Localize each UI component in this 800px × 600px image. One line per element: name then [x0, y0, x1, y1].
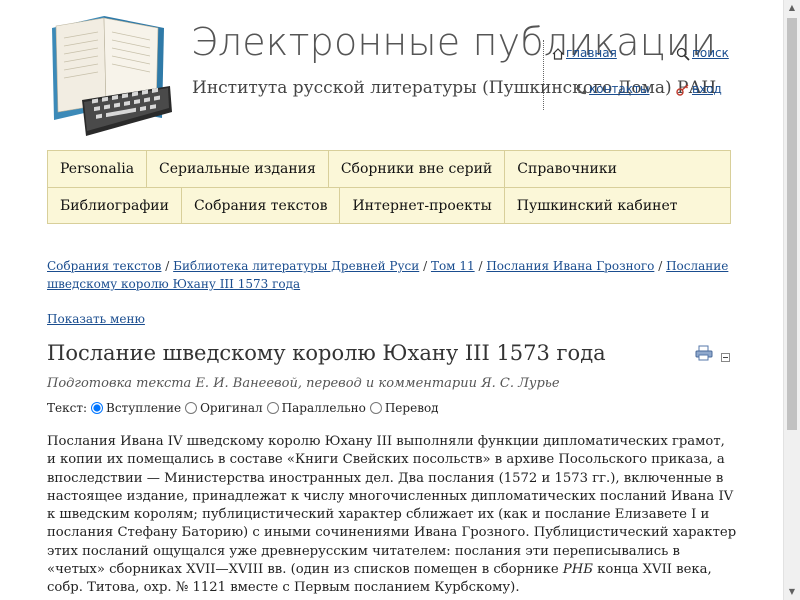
byline: Подготовка текста Е. И. Ванеевой, перево…	[47, 376, 560, 391]
breadcrumb: Собрания текстов / Библиотека литературы…	[47, 257, 737, 293]
option-parallel[interactable]: Параллельно	[266, 401, 366, 415]
radio-introduction[interactable]	[91, 402, 104, 414]
breadcrumb-item[interactable]: Библиотека литературы Древней Руси	[173, 259, 419, 273]
search-icon	[676, 47, 690, 61]
nav-item-pushkin-cabinet[interactable]: Пушкинский кабинет	[505, 188, 690, 224]
option-label: Параллельно	[281, 401, 366, 415]
show-menu-link[interactable]: Показать меню	[47, 312, 145, 326]
intro-paragraph: Послания Ивана IV шведскому королю Юхану…	[47, 433, 737, 598]
radio-translation[interactable]	[369, 402, 382, 414]
login-link[interactable]: вход	[676, 82, 722, 96]
nav-item-personalia[interactable]: Personalia	[48, 151, 148, 187]
breadcrumb-separator: /	[423, 259, 428, 273]
scrollbar-thumb[interactable]	[787, 18, 797, 430]
breadcrumb-separator: /	[165, 259, 170, 273]
nav-row-1: Personalia Сериальные издания Сборники в…	[48, 151, 730, 187]
site-title: Электронные публикации	[191, 20, 717, 64]
nav-item-collections[interactable]: Сборники вне серий	[329, 151, 506, 187]
radio-original[interactable]	[185, 402, 198, 414]
home-icon	[552, 47, 564, 60]
key-icon	[676, 83, 689, 96]
breadcrumb-item[interactable]: Послания Ивана Грозного	[486, 259, 654, 273]
home-link[interactable]: главная	[552, 46, 617, 60]
search-link[interactable]: поиск	[676, 46, 729, 61]
book-keyboard-logo	[52, 16, 172, 136]
scroll-down-arrow-icon[interactable]: ▼	[784, 584, 800, 600]
option-original[interactable]: Оригинал	[185, 401, 263, 415]
intro-text: Послания Ивана IV шведскому королю Юхану…	[47, 434, 737, 578]
collapse-icon[interactable]	[721, 353, 730, 362]
nav-item-serial-editions[interactable]: Сериальные издания	[147, 151, 329, 187]
option-introduction[interactable]: Вступление	[91, 401, 181, 415]
login-link-label: вход	[692, 82, 722, 96]
nav-item-internet-projects[interactable]: Интернет-проекты	[340, 188, 505, 224]
phone-icon	[577, 84, 586, 94]
header-divider	[543, 40, 544, 110]
search-link-label: поиск	[692, 46, 729, 60]
option-label: Оригинал	[200, 401, 263, 415]
page-title: Послание шведскому королю Юхану III 1573…	[47, 341, 606, 365]
printer-icon[interactable]	[695, 345, 713, 361]
intro-italic: РНБ	[562, 562, 593, 578]
radio-parallel[interactable]	[266, 402, 279, 414]
contacts-link-label: контакты	[589, 82, 650, 96]
scroll-up-arrow-icon[interactable]: ▲	[784, 0, 800, 16]
main-navigation: Personalia Сериальные издания Сборники в…	[47, 150, 731, 224]
option-label: Перевод	[384, 401, 439, 415]
breadcrumb-separator: /	[658, 259, 663, 273]
option-label: Вступление	[106, 401, 182, 415]
nav-item-text-collections[interactable]: Собрания текстов	[182, 188, 341, 224]
text-version-selector: Текст: Вступление Оригинал Параллельно П…	[47, 401, 443, 415]
nav-item-bibliographies[interactable]: Библиографии	[48, 188, 182, 224]
vertical-scrollbar[interactable]: ▲ ▼	[783, 0, 800, 600]
nav-row-2: Библиографии Собрания текстов Интернет-п…	[48, 187, 730, 224]
contacts-link[interactable]: контакты	[575, 82, 650, 96]
breadcrumb-separator: /	[478, 259, 483, 273]
option-translation[interactable]: Перевод	[369, 401, 439, 415]
breadcrumb-item[interactable]: Том 11	[431, 259, 475, 273]
text-version-label: Текст:	[47, 401, 88, 415]
nav-item-reference[interactable]: Справочники	[505, 151, 629, 187]
home-link-label: главная	[566, 46, 617, 60]
breadcrumb-item[interactable]: Собрания текстов	[47, 259, 161, 273]
